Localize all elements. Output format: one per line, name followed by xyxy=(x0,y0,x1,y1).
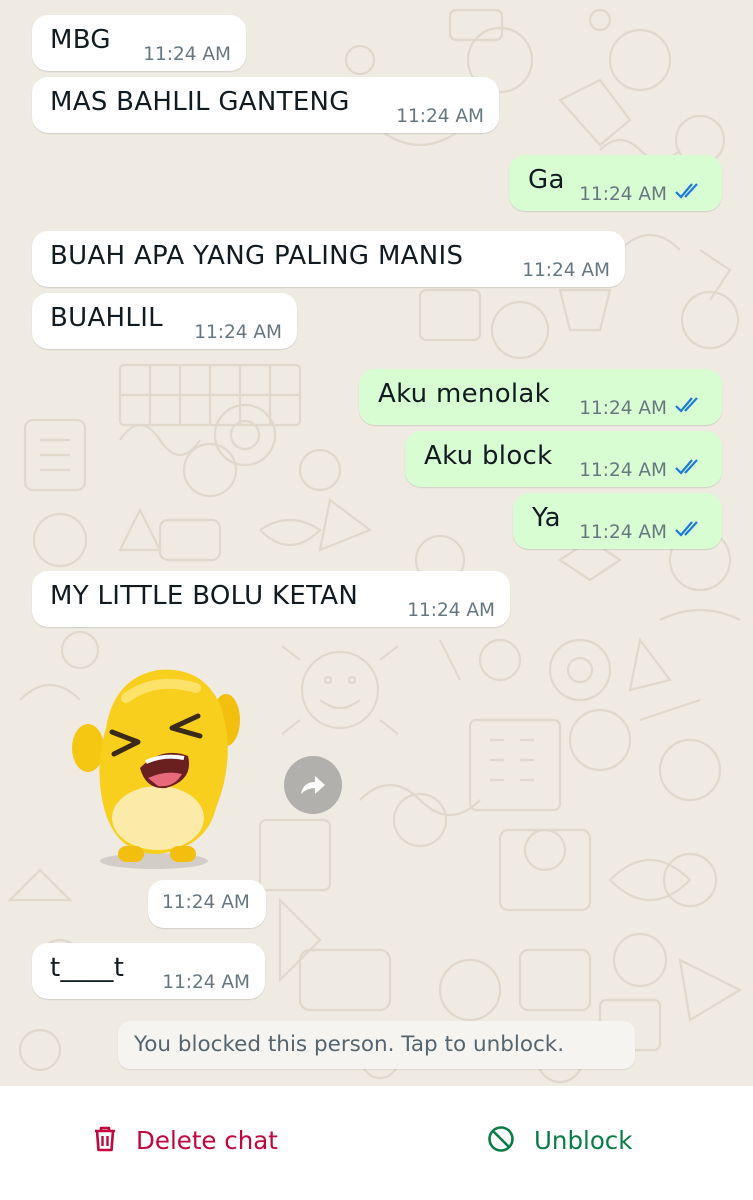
read-ticks-icon xyxy=(675,183,698,199)
delete-chat-label: Delete chat xyxy=(136,1126,278,1155)
message-text: BUAH APA YANG PALING MANIS xyxy=(50,241,464,271)
message-time: 11:24 AM xyxy=(579,460,667,481)
message-text: Aku menolak xyxy=(378,379,551,409)
sticker-yellow-character[interactable] xyxy=(66,658,246,874)
message-time: 11:24 AM xyxy=(579,184,667,205)
message-time: 11:24 AM xyxy=(162,892,250,913)
block-icon xyxy=(488,1126,514,1152)
message-time: 11:24 AM xyxy=(522,260,610,281)
message-text: Aku block xyxy=(424,441,553,471)
message-time: 11:24 AM xyxy=(194,322,282,343)
message-bubble[interactable]: BUAH APA YANG PALING MANIS 11:24 AM xyxy=(32,231,625,287)
message-bubble[interactable]: MAS BAHLIL GANTENG 11:24 AM xyxy=(32,77,499,133)
delete-chat-button[interactable]: Delete chat xyxy=(92,1120,292,1160)
message-bubble[interactable]: Aku menolak 11:24 AM xyxy=(359,369,722,425)
unblock-label: Unblock xyxy=(534,1126,633,1155)
message-text: Ga xyxy=(528,165,565,195)
message-bubble[interactable]: Ya 11:24 AM xyxy=(513,493,722,549)
sticker-time: 11:24 AM xyxy=(148,880,266,928)
forward-button[interactable] xyxy=(284,756,342,814)
message-text: MY LITTLE BOLU KETAN xyxy=(50,581,359,611)
message-time: 11:24 AM xyxy=(396,106,484,127)
read-ticks-icon xyxy=(675,397,698,413)
message-text: BUAHLIL xyxy=(50,303,163,333)
blocked-notice-text: You blocked this person. Tap to unblock. xyxy=(134,1032,565,1057)
message-bubble[interactable]: BUAHLIL 11:24 AM xyxy=(32,293,297,349)
forward-icon xyxy=(301,776,325,794)
message-time: 11:24 AM xyxy=(579,398,667,419)
message-time: 11:24 AM xyxy=(143,44,231,65)
message-bubble[interactable]: t____t 11:24 AM xyxy=(32,943,265,999)
read-ticks-icon xyxy=(675,521,698,537)
message-text: MBG xyxy=(50,25,111,55)
blocked-actions-bar: Delete chat Unblock xyxy=(0,1086,753,1200)
read-ticks-icon xyxy=(675,459,698,475)
message-bubble[interactable]: Ga 11:24 AM xyxy=(509,155,722,211)
message-time: 11:24 AM xyxy=(407,600,495,621)
blocked-system-message[interactable]: You blocked this person. Tap to unblock. xyxy=(118,1021,635,1069)
message-bubble[interactable]: Aku block 11:24 AM xyxy=(405,431,722,487)
message-bubble[interactable]: MBG 11:24 AM xyxy=(32,15,246,71)
trash-icon xyxy=(95,1126,115,1152)
message-time: 11:24 AM xyxy=(162,972,250,993)
unblock-button[interactable]: Unblock xyxy=(487,1120,647,1160)
message-text: Ya xyxy=(532,503,561,533)
chat-area[interactable]: MBG 11:24 AM MAS BAHLIL GANTENG 11:24 AM… xyxy=(0,0,753,1086)
message-text: t____t xyxy=(50,953,125,983)
message-bubble[interactable]: MY LITTLE BOLU KETAN 11:24 AM xyxy=(32,571,510,627)
message-time: 11:24 AM xyxy=(579,522,667,543)
message-text: MAS BAHLIL GANTENG xyxy=(50,87,350,117)
